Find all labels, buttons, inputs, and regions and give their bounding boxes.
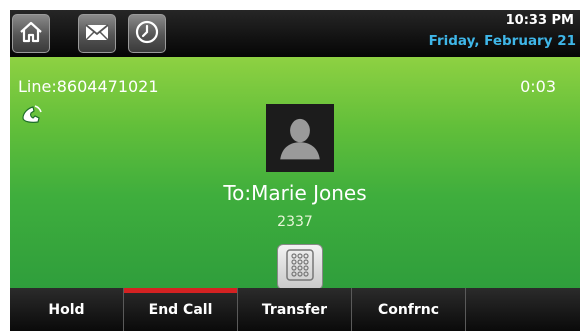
handset-icon <box>20 103 44 125</box>
person-icon <box>273 109 327 167</box>
callee-number: 2337 <box>277 214 313 230</box>
hold-button[interactable]: Hold <box>10 288 124 331</box>
home-icon <box>17 18 45 50</box>
conference-button[interactable]: Confrnc <box>352 288 466 331</box>
softkey-bar: Hold End Call Transfer Confrnc <box>10 288 580 331</box>
contact-avatar <box>266 104 334 172</box>
recent-calls-button[interactable] <box>128 14 166 53</box>
active-call-panel: Line:8604471021 0:03 To:Marie Jones 2337 <box>10 57 580 290</box>
dialpad-button[interactable] <box>277 244 323 290</box>
clock-date: Friday, February 21 <box>428 33 576 49</box>
envelope-icon <box>83 18 111 50</box>
clock-icon <box>133 18 161 50</box>
callee-name: To:Marie Jones <box>223 181 367 205</box>
home-button[interactable] <box>12 14 50 53</box>
clock-time: 10:33 PM <box>505 13 574 28</box>
transfer-button[interactable]: Transfer <box>238 288 352 331</box>
line-label: Line:8604471021 <box>18 77 159 96</box>
end-call-button[interactable]: End Call <box>124 288 238 331</box>
dialpad-icon <box>283 248 317 286</box>
status-bar: 10:33 PM Friday, February 21 <box>10 10 580 57</box>
empty-softkey[interactable] <box>466 288 580 331</box>
phone-screen: 10:33 PM Friday, February 21 Line:860447… <box>10 10 580 331</box>
call-duration: 0:03 <box>520 77 556 96</box>
messages-button[interactable] <box>78 14 116 53</box>
